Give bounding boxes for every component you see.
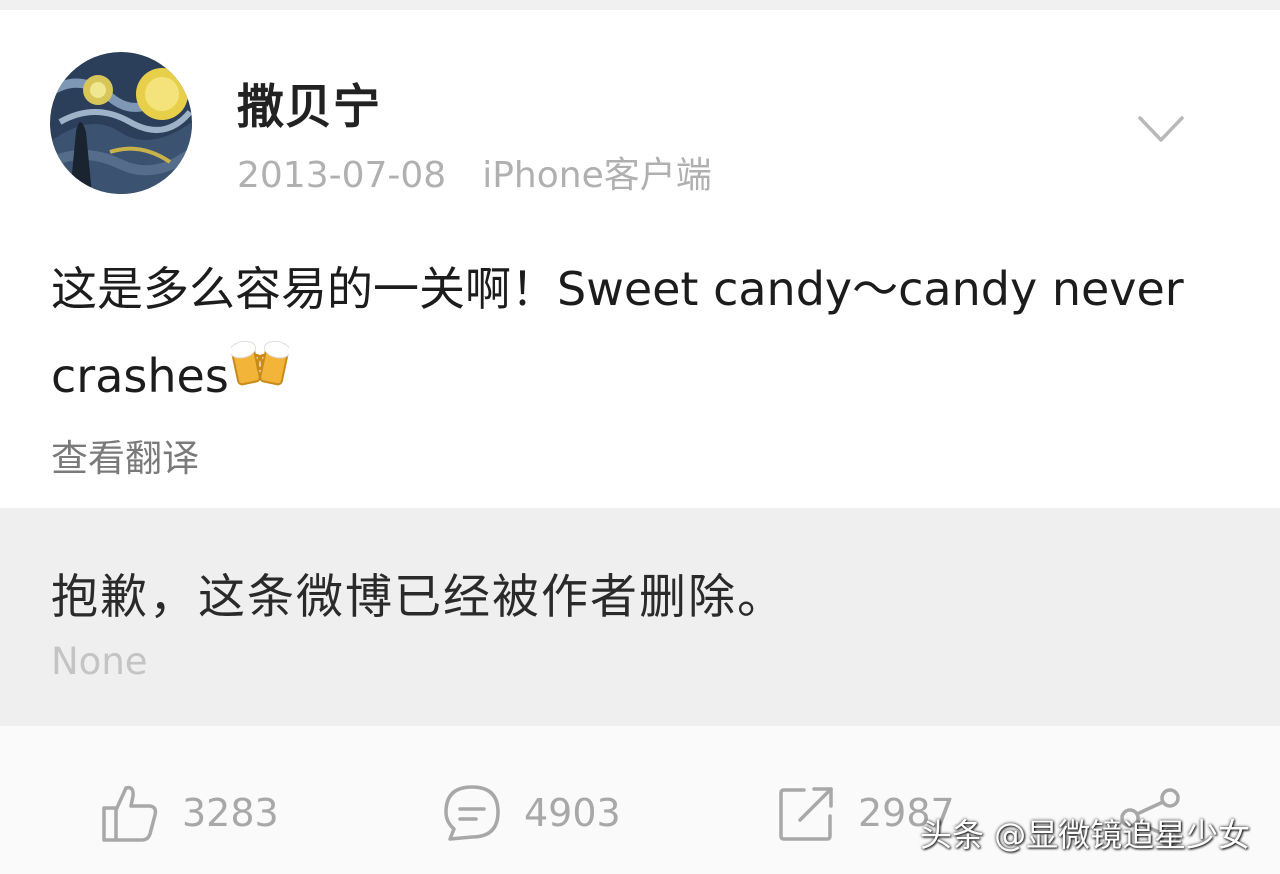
avatar-image <box>50 52 192 194</box>
deleted-notice: 抱歉，这条微博已经被作者删除。 <box>51 570 786 625</box>
avatar[interactable] <box>50 52 192 194</box>
top-separator <box>0 0 1280 10</box>
username[interactable]: 撒贝宁 <box>237 68 381 137</box>
post-menu-button[interactable] <box>1134 110 1188 150</box>
comment-bubble-icon <box>444 785 500 841</box>
repost-arrow-icon <box>779 787 833 841</box>
like-button[interactable]: 3283 <box>100 778 279 848</box>
comment-count: 4903 <box>524 791 621 835</box>
cheers-beer-icon <box>229 330 291 417</box>
thumbs-up-icon <box>102 785 158 842</box>
like-count: 3283 <box>182 791 279 835</box>
chevron-down-icon <box>1138 116 1184 142</box>
comment-button[interactable]: 4903 <box>442 778 621 848</box>
post-date: 2013-07-08 <box>237 155 447 196</box>
post-text: 这是多么容易的一关啊！Sweet candy～candy never crash… <box>51 262 1184 403</box>
translate-link[interactable]: 查看翻译 <box>51 428 199 482</box>
deleted-subtext: None <box>51 640 148 683</box>
post-card: 撒贝宁 2013-07-08 iPhone客户端 这是多么容易的一关啊！Sweet… <box>0 10 1280 508</box>
post-source: iPhone客户端 <box>482 155 712 196</box>
post-meta: 2013-07-08 iPhone客户端 <box>237 146 712 198</box>
post-body: 这是多么容易的一关啊！Sweet candy～candy never crash… <box>51 246 1241 423</box>
watermark: 头条 @显微镜追星少女 <box>920 816 1251 854</box>
retweet-box[interactable]: 抱歉，这条微博已经被作者删除。 None <box>0 508 1280 726</box>
